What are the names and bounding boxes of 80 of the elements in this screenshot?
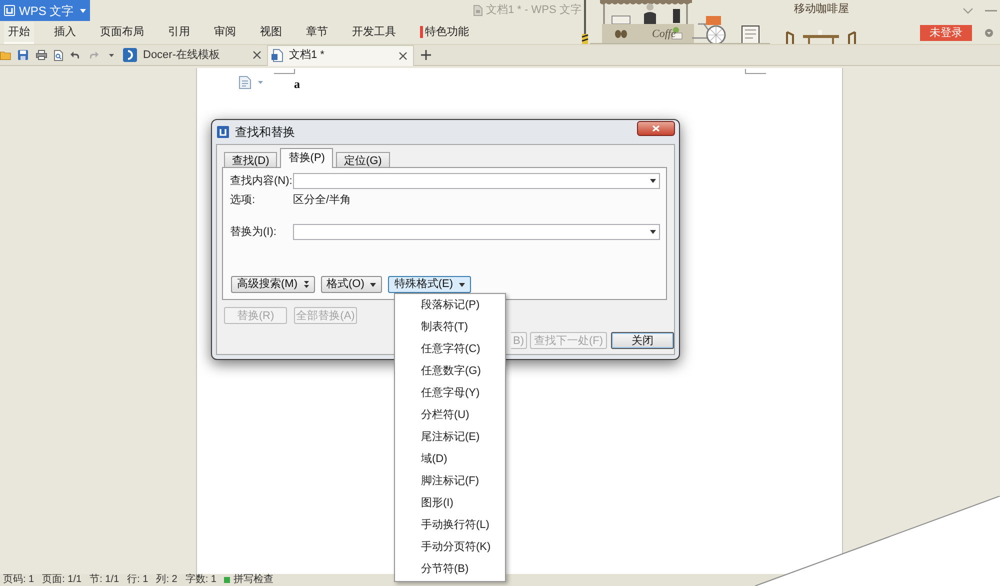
caret-icon[interactable] (258, 80, 263, 84)
caret-icon (370, 282, 376, 286)
caret-icon (459, 282, 466, 286)
app-logo-icon (217, 126, 229, 138)
dialog-tab[interactable]: 查找(D) (224, 152, 278, 168)
ribbon-tab[interactable]: 引用 (164, 22, 194, 44)
menu-item[interactable]: 手动分页符(K) (395, 536, 505, 558)
dropdown-circle-icon[interactable] (985, 29, 993, 37)
document-icon[interactable] (239, 76, 251, 88)
ribbon-tab[interactable]: 插入 (50, 22, 80, 44)
document-icon (271, 49, 283, 62)
dialog-button[interactable]: 格式(O) (320, 276, 382, 293)
dropdown-caret-icon[interactable] (650, 179, 656, 183)
window-title: 文档1 * - WPS 文字 (486, 4, 582, 17)
menu-item[interactable]: 任意数字(G) (395, 360, 505, 382)
dialog-tab[interactable]: 定位(G) (336, 152, 390, 168)
cafe-table-drawing (785, 28, 857, 44)
status-text: 列: 2 (156, 574, 178, 586)
field-label: 查找内容(N): (230, 174, 293, 189)
dialog-button[interactable]: 关闭 (611, 332, 674, 349)
status-text: 行: 1 (127, 574, 148, 586)
menu-item[interactable]: 分栏符(U) (395, 404, 505, 426)
dialog-tab[interactable]: 替换(P) (280, 148, 333, 168)
options-label: 选项: (230, 192, 256, 208)
status-text: 节: 1/1 (90, 574, 120, 586)
corner-mark-icon (745, 69, 766, 74)
app-tile-icon (123, 48, 137, 62)
ribbon-tab[interactable]: 章节 (302, 22, 332, 44)
options-value: 区分全/半角 (293, 192, 352, 208)
menu-item[interactable]: 手动换行符(L) (395, 514, 505, 536)
menu-item[interactable]: 任意字母(Y) (395, 382, 505, 404)
print-preview-icon[interactable] (54, 50, 63, 60)
menu-item[interactable]: 脚注标记(F) (395, 470, 505, 492)
folder-icon[interactable] (0, 50, 11, 60)
ribbon-tab[interactable]: 页面布局 (96, 22, 148, 44)
plus-icon[interactable] (421, 50, 431, 60)
dropdown-caret-icon[interactable] (650, 230, 656, 234)
document-icon (473, 5, 483, 16)
status-text: 页码: 1 (3, 574, 34, 586)
caret-icon (80, 8, 86, 12)
close-icon[interactable] (253, 51, 261, 59)
banner-caption: 移动咖啡屋 (794, 3, 849, 16)
find-field[interactable] (293, 173, 660, 189)
menu-item[interactable]: 制表符(T) (395, 316, 505, 338)
spell-check-status[interactable]: 拼写检查 (233, 574, 274, 586)
undo-icon[interactable] (70, 51, 79, 59)
menu-item[interactable]: 分节符(B) (395, 558, 505, 580)
menu-item[interactable]: 域(D) (395, 448, 505, 470)
close-button[interactable] (637, 121, 675, 136)
ribbon-tab[interactable]: 开始 (4, 22, 34, 44)
dialog-button[interactable]: 特殊格式(E) (388, 276, 472, 293)
document-tab[interactable]: 文档1 * (267, 44, 414, 66)
replace-field[interactable] (293, 224, 660, 240)
login-button[interactable]: 未登录 (920, 25, 972, 41)
menu-item[interactable]: 段落标记(P) (395, 294, 505, 316)
field-label: 替换为(I): (230, 224, 278, 240)
cart-sign-text: Coffe (652, 28, 676, 41)
status-text: 字数: 1 (185, 574, 216, 586)
dialog-title: 查找和替换 (235, 124, 295, 141)
ribbon-tab[interactable]: 开发工具 (348, 22, 400, 44)
menu-item[interactable]: 尾注标记(E) (395, 426, 505, 448)
ribbon-tab[interactable]: 特色功能 (416, 22, 473, 44)
corner-mark-icon (274, 69, 295, 74)
menu-item[interactable]: 图形(I) (395, 492, 505, 514)
status-text: 页面: 1/1 (42, 574, 82, 586)
save-icon[interactable] (18, 50, 28, 60)
close-icon (652, 125, 660, 132)
ribbon-tab[interactable]: 审阅 (210, 22, 240, 44)
accent-bar-icon (420, 26, 423, 38)
close-icon[interactable] (399, 52, 407, 60)
ribbon-tab[interactable]: 视图 (256, 22, 286, 44)
caret-icon[interactable] (109, 54, 114, 56)
print-icon[interactable] (36, 50, 47, 60)
document-text: a (294, 76, 300, 92)
dialog-button[interactable]: 高级搜索(M) (231, 276, 314, 293)
app-logo-icon (4, 5, 15, 16)
app-menu-button[interactable]: WPS 文字 (0, 0, 90, 21)
menu-item[interactable]: 任意字符(C) (395, 338, 505, 360)
double-caret-icon (304, 281, 308, 288)
document-tab[interactable]: Docer-在线模板 (120, 44, 267, 66)
